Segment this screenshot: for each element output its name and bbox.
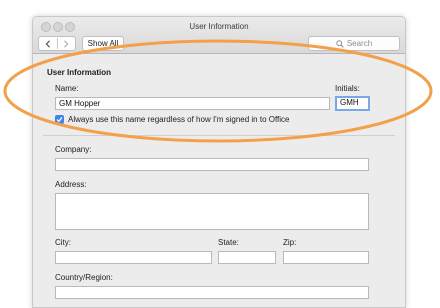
highlight-ellipse: [3, 39, 433, 143]
country-region-label: Country/Region:: [55, 273, 113, 282]
state-field[interactable]: [218, 251, 276, 264]
city-field[interactable]: [55, 251, 212, 264]
company-field[interactable]: [55, 158, 369, 171]
city-label: City:: [55, 238, 71, 247]
zip-label: Zip:: [283, 238, 297, 247]
highlight-ellipse-annotation: [3, 39, 433, 143]
address-field[interactable]: [55, 193, 369, 230]
zip-field[interactable]: [283, 251, 369, 264]
state-label: State:: [218, 238, 239, 247]
company-label: Company:: [55, 145, 92, 154]
window-title: User Information: [189, 22, 249, 31]
address-label: Address:: [55, 180, 87, 189]
